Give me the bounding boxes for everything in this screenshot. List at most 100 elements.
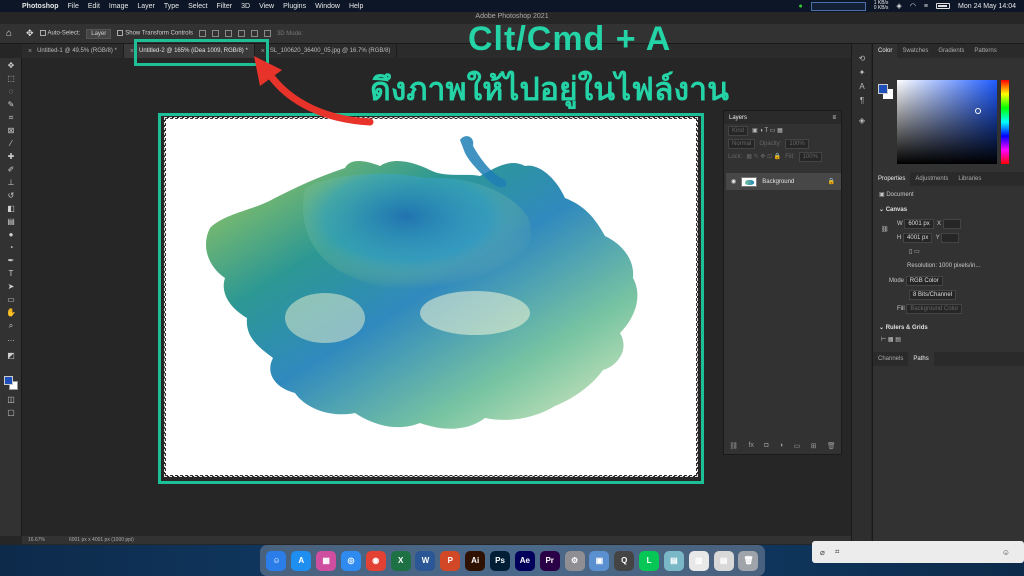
- dock-system-preferences-icon[interactable]: ⚙: [564, 550, 585, 571]
- stamp-tool-icon[interactable]: ⊥: [3, 177, 19, 189]
- zoom-level[interactable]: 16.67%: [28, 537, 45, 543]
- quick-select-tool-icon[interactable]: ✎: [3, 99, 19, 111]
- auto-select-checkbox[interactable]: Auto-Select:: [39, 30, 80, 37]
- dodge-tool-icon[interactable]: ◔: [3, 242, 19, 254]
- canvas-section-heading[interactable]: ⌄ Canvas: [879, 206, 907, 213]
- align-top-icon[interactable]: [237, 30, 245, 37]
- dock-after-effects-icon[interactable]: Ae: [514, 550, 535, 571]
- tab-adjustments[interactable]: Adjustments: [910, 172, 953, 186]
- type-tool-icon[interactable]: T: [3, 268, 19, 280]
- dock-image-1-icon[interactable]: ▤: [663, 550, 684, 571]
- marquee-tool-icon[interactable]: ⬚: [3, 73, 19, 85]
- brush-settings-icon[interactable]: ✦: [856, 68, 868, 79]
- character-icon[interactable]: A: [856, 82, 868, 93]
- dock-launchpad-icon[interactable]: ▦: [316, 550, 337, 571]
- dock-excel-icon[interactable]: X: [390, 550, 411, 571]
- crop-tool-icon[interactable]: ⌗: [3, 112, 19, 124]
- tab-properties[interactable]: Properties: [873, 172, 911, 186]
- history-icon[interactable]: ⟲: [856, 54, 868, 65]
- healing-brush-icon[interactable]: ✚: [3, 151, 19, 163]
- tab-paths[interactable]: Paths: [908, 352, 934, 366]
- align-left-icon[interactable]: [198, 30, 206, 37]
- new-layer-icon[interactable]: ⊞: [811, 442, 817, 450]
- pen-tool-icon[interactable]: ✒: [3, 255, 19, 267]
- menu-image[interactable]: Image: [109, 3, 128, 10]
- transform-controls-checkbox[interactable]: Show Transform Controls: [117, 30, 193, 37]
- eraser-tool-icon[interactable]: ◧: [3, 203, 19, 215]
- app-menu[interactable]: Photoshop: [22, 3, 59, 10]
- move-tool-icon[interactable]: ✥: [3, 60, 19, 72]
- layer-name[interactable]: Background: [762, 179, 794, 185]
- height-field[interactable]: 4001 px: [903, 233, 933, 243]
- history-brush-icon[interactable]: ↺: [3, 190, 19, 202]
- menu-help[interactable]: Help: [349, 3, 363, 10]
- control-center-icon[interactable]: ≡: [924, 3, 928, 10]
- color-picker-marker[interactable]: [975, 108, 981, 114]
- search-box[interactable]: [810, 1, 866, 11]
- move-tool-icon[interactable]: ✥: [26, 28, 34, 39]
- dock-app-store-icon[interactable]: A: [291, 550, 312, 571]
- align-center-icon[interactable]: [211, 30, 219, 37]
- align-middle-icon[interactable]: [250, 30, 258, 37]
- depth-select[interactable]: 8 Bits/Channel: [909, 290, 957, 300]
- fx-icon[interactable]: fx: [748, 442, 753, 450]
- panel-menu-icon[interactable]: ≡: [832, 115, 836, 121]
- frame-tool-icon[interactable]: ⊠: [3, 125, 19, 137]
- rulers-grids-heading[interactable]: ⌄ Rulers & Grids: [879, 324, 928, 331]
- quick-mask-icon[interactable]: ◫: [3, 394, 19, 406]
- menu-layer[interactable]: Layer: [137, 3, 155, 10]
- dock-word-icon[interactable]: W: [415, 550, 436, 571]
- blend-mode-select[interactable]: Normal: [728, 138, 756, 149]
- dock-quicktime-icon[interactable]: Q: [614, 550, 635, 571]
- tab-channels[interactable]: Channels: [873, 352, 908, 366]
- eyedropper-tool-icon[interactable]: ⁄: [3, 138, 19, 150]
- emoji-icon[interactable]: ☺: [1002, 548, 1010, 557]
- menu-3d[interactable]: 3D: [241, 3, 250, 10]
- visibility-eye-icon[interactable]: ◉: [731, 178, 736, 185]
- x-field[interactable]: [942, 219, 961, 229]
- menu-filter[interactable]: Filter: [217, 3, 233, 10]
- dock-photoshop-icon[interactable]: Ps: [490, 550, 511, 571]
- fill-select[interactable]: Background Color: [906, 304, 963, 314]
- menu-type[interactable]: Type: [164, 3, 179, 10]
- gradient-tool-icon[interactable]: ▤: [3, 216, 19, 228]
- ruler-grid-icons[interactable]: ⊢ ▦ ▤: [881, 336, 901, 343]
- floating-mini-window[interactable]: ⌀ ⌗ ☺: [812, 541, 1024, 563]
- attach-icon[interactable]: ⌀: [820, 548, 825, 557]
- dock-trash-icon[interactable]: 🗑: [738, 550, 759, 571]
- layers-panel-icon[interactable]: ◈: [856, 116, 868, 127]
- opacity-field[interactable]: 100%: [785, 138, 809, 149]
- tab-swatches[interactable]: Swatches: [897, 44, 933, 58]
- delete-layer-icon[interactable]: 🗑: [827, 442, 836, 450]
- dock-image-3-icon[interactable]: ▤: [713, 550, 734, 571]
- dock-safari-icon[interactable]: ◎: [340, 550, 361, 571]
- link-icon[interactable]: ⛓: [881, 226, 889, 233]
- tab-patterns[interactable]: Patterns: [969, 44, 1001, 58]
- clock[interactable]: Mon 24 May 14:04: [958, 3, 1016, 10]
- brush-tool-icon[interactable]: ✐: [3, 164, 19, 176]
- menu-view[interactable]: View: [259, 3, 274, 10]
- path-select-icon[interactable]: ➤: [3, 281, 19, 293]
- hue-slider[interactable]: [1001, 80, 1009, 164]
- layer-row-background[interactable]: ◉ Background 🔒: [726, 173, 841, 190]
- orientation-buttons[interactable]: ▯ ▭: [909, 248, 920, 255]
- battery-icon[interactable]: [936, 3, 951, 9]
- screen-mode-icon[interactable]: ▢: [3, 407, 19, 419]
- menu-select[interactable]: Select: [188, 3, 207, 10]
- hand-tool-icon[interactable]: ✋: [3, 307, 19, 319]
- color-panel-foreground[interactable]: [878, 84, 888, 94]
- menu-file[interactable]: File: [68, 3, 79, 10]
- adobe-cc-icon[interactable]: ◈: [896, 2, 901, 10]
- mode-select[interactable]: RGB Color: [905, 276, 943, 286]
- lock-icons[interactable]: ▦ ✎ ✥ ⊡ 🔒: [746, 153, 781, 160]
- dock-preview-icon[interactable]: ▣: [589, 550, 610, 571]
- blur-tool-icon[interactable]: ●: [3, 229, 19, 241]
- tab-gradients[interactable]: Gradients: [933, 44, 969, 58]
- filter-icons[interactable]: ▣ ◑ T ▭ ▦: [752, 127, 783, 134]
- kind-filter[interactable]: Kind: [728, 125, 749, 136]
- adjustment-layer-icon[interactable]: ◑: [779, 442, 783, 450]
- paragraph-icon[interactable]: ¶: [856, 96, 868, 107]
- fill-field[interactable]: 100%: [798, 151, 822, 162]
- dock-finder-icon[interactable]: ☺: [266, 550, 287, 571]
- shape-tool-icon[interactable]: ▭: [3, 294, 19, 306]
